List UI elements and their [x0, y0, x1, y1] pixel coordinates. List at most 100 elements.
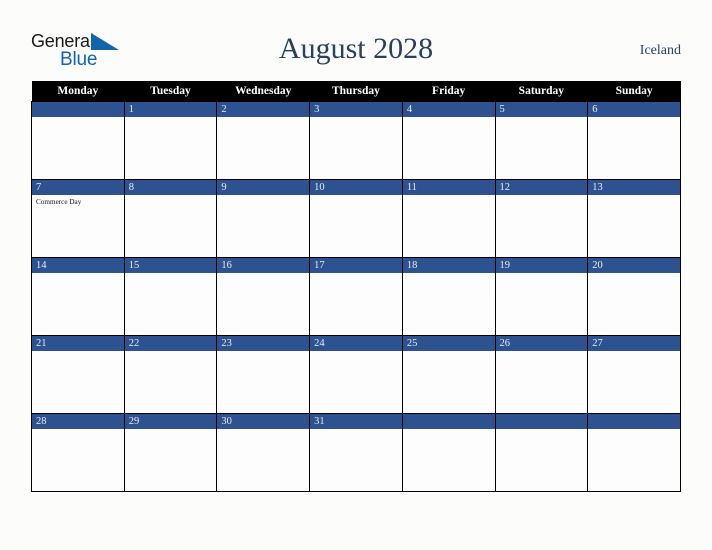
- day-events: [588, 195, 680, 197]
- day-number: 30: [217, 414, 310, 429]
- calendar-day-cell[interactable]: [31, 101, 125, 180]
- day-cell-content: [495, 414, 588, 491]
- weekday-header-tuesday: Tuesday: [124, 81, 217, 102]
- calendar-day-cell[interactable]: 8: [123, 179, 218, 258]
- day-number: 22: [124, 336, 217, 351]
- calendar-day-cell[interactable]: 16: [216, 257, 311, 336]
- calendar-day-cell[interactable]: 18: [401, 257, 496, 336]
- calendar-week-row: 28 29 30 31: [31, 413, 681, 492]
- day-cell-content: 25: [402, 336, 495, 413]
- calendar-week-row: 21 22 23 24 25 26 27: [31, 335, 681, 414]
- weekday-header-wednesday: Wednesday: [216, 81, 310, 102]
- calendar-day-cell[interactable]: 3: [309, 101, 403, 180]
- calendar-day-cell[interactable]: [494, 413, 589, 492]
- page-header: General Blue August 2028 Iceland: [31, 26, 681, 78]
- day-events: [403, 117, 495, 119]
- day-cell-content: 3: [310, 102, 402, 179]
- calendar-day-cell[interactable]: 27: [587, 335, 681, 414]
- day-events: [496, 351, 588, 353]
- day-number: 6: [588, 102, 680, 117]
- day-events: [588, 117, 680, 119]
- day-number: 19: [495, 258, 588, 273]
- day-events: [217, 429, 309, 431]
- calendar-day-cell[interactable]: 13: [587, 179, 681, 258]
- day-number: 7: [32, 180, 124, 195]
- calendar-day-cell[interactable]: 31: [309, 413, 403, 492]
- calendar-day-cell[interactable]: 9: [216, 179, 311, 258]
- day-events: [588, 429, 680, 431]
- calendar-day-cell[interactable]: 10: [309, 179, 403, 258]
- calendar-day-cell[interactable]: 4: [401, 101, 496, 180]
- day-number: 8: [124, 180, 217, 195]
- day-events: [403, 429, 495, 431]
- day-events: [310, 273, 402, 275]
- calendar-day-cell[interactable]: 22: [123, 335, 218, 414]
- day-number: 23: [217, 336, 310, 351]
- day-number: 27: [588, 336, 680, 351]
- day-cell-content: 29: [124, 414, 217, 491]
- day-cell-content: 2: [217, 102, 310, 179]
- day-number: [402, 414, 495, 429]
- calendar-day-cell[interactable]: 23: [216, 335, 311, 414]
- day-number: 24: [310, 336, 402, 351]
- day-cell-content: 16: [217, 258, 310, 335]
- calendar-day-cell[interactable]: 24: [309, 335, 403, 414]
- day-number: 4: [402, 102, 495, 117]
- calendar-day-cell[interactable]: 21: [31, 335, 125, 414]
- day-events: [403, 273, 495, 275]
- day-number: 2: [217, 102, 310, 117]
- calendar-day-cell[interactable]: 14: [31, 257, 125, 336]
- calendar-week-row: 123456: [31, 101, 681, 180]
- calendar-day-cell[interactable]: 26: [494, 335, 589, 414]
- day-cell-content: 21: [32, 336, 124, 413]
- day-cell-content: 28: [32, 414, 124, 491]
- calendar-week-row: 7 Commerce Day 8 9 10 11 12 13: [31, 179, 681, 258]
- weekday-header-row: Monday Tuesday Wednesday Thursday Friday…: [31, 81, 681, 102]
- day-events: [125, 273, 217, 275]
- day-events: [125, 195, 217, 197]
- day-cell-content: 5: [495, 102, 588, 179]
- day-cell-content: 1: [124, 102, 217, 179]
- day-number: 29: [124, 414, 217, 429]
- calendar-day-cell[interactable]: 12: [494, 179, 589, 258]
- day-events: [217, 117, 309, 119]
- month-calendar: Monday Tuesday Wednesday Thursday Friday…: [31, 81, 681, 492]
- day-events: [125, 351, 217, 353]
- day-events: [403, 195, 495, 197]
- calendar-day-cell[interactable]: 5: [494, 101, 589, 180]
- day-cell-content: 6: [588, 102, 680, 179]
- day-number: 11: [402, 180, 495, 195]
- day-cell-content: 10: [310, 180, 402, 257]
- day-cell-content: [32, 102, 124, 179]
- calendar-day-cell[interactable]: 11: [401, 179, 496, 258]
- calendar-body: 1 2 3 4 5 6 7 Commerce Day 8 9 10 11 12 13 14 15 16 17 18 1…: [31, 101, 681, 492]
- day-cell-content: 24: [310, 336, 402, 413]
- calendar-day-cell[interactable]: 30: [216, 413, 311, 492]
- day-number: 5: [495, 102, 588, 117]
- day-number: [495, 414, 588, 429]
- day-number: 25: [402, 336, 495, 351]
- day-events: [310, 351, 402, 353]
- weekday-header-monday: Monday: [31, 81, 125, 102]
- day-events: Commerce Day: [32, 195, 124, 207]
- calendar-day-cell[interactable]: [401, 413, 496, 492]
- day-cell-content: 23: [217, 336, 310, 413]
- calendar-day-cell[interactable]: 25: [401, 335, 496, 414]
- calendar-day-cell[interactable]: 19: [494, 257, 589, 336]
- calendar-day-cell[interactable]: 17: [309, 257, 403, 336]
- calendar-day-cell[interactable]: 1: [123, 101, 218, 180]
- calendar-day-cell[interactable]: 28: [31, 413, 125, 492]
- calendar-day-cell[interactable]: 15: [123, 257, 218, 336]
- calendar-day-cell[interactable]: 2: [216, 101, 311, 180]
- day-events: [496, 429, 588, 431]
- day-cell-content: 17: [310, 258, 402, 335]
- day-number: 13: [588, 180, 680, 195]
- calendar-day-cell[interactable]: 7 Commerce Day: [31, 179, 125, 258]
- weekday-header-friday: Friday: [402, 81, 496, 102]
- calendar-day-cell[interactable]: 29: [123, 413, 218, 492]
- day-events: [125, 429, 217, 431]
- day-number: 15: [124, 258, 217, 273]
- calendar-day-cell[interactable]: 20: [587, 257, 681, 336]
- calendar-day-cell[interactable]: 6: [587, 101, 681, 180]
- calendar-day-cell[interactable]: [587, 413, 681, 492]
